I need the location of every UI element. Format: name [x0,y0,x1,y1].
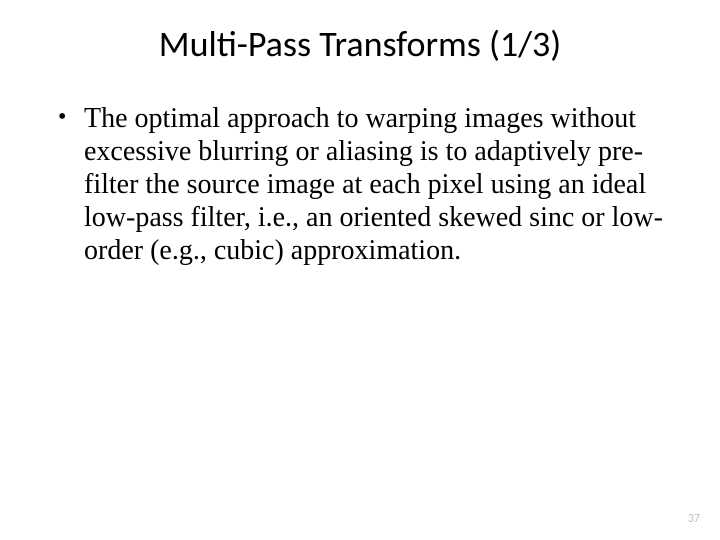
slide-title: Multi-Pass Transforms (1/3) [0,0,720,66]
bullet-list: The optimal approach to warping images w… [54,102,666,267]
slide-body: The optimal approach to warping images w… [0,66,720,267]
list-item: The optimal approach to warping images w… [54,102,666,267]
page-number: 37 [688,512,700,526]
slide: Multi-Pass Transforms (1/3) The optimal … [0,0,720,540]
